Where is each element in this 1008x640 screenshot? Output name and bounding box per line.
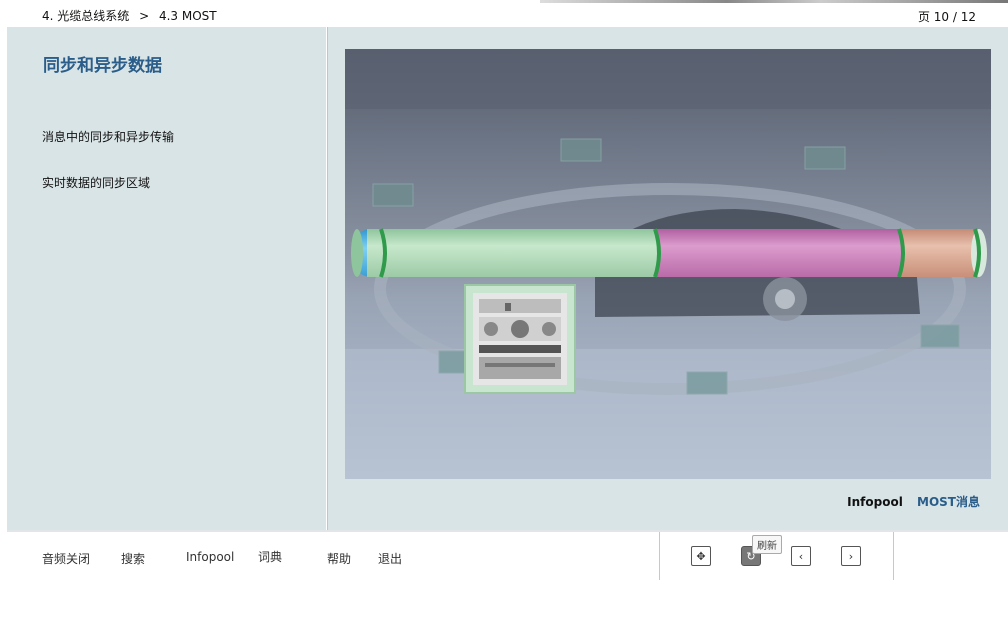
chevron-left-icon: ‹ [798, 549, 804, 563]
top-bar: 4. 光缆总线系统 > 4.3 MOST 页 10 / 12 [0, 0, 1008, 27]
control-unit-block [560, 138, 602, 162]
move-button[interactable]: ✥ [691, 546, 711, 566]
chevron-right-icon: › [848, 549, 854, 563]
page-title: 同步和异步数据 [43, 56, 162, 76]
infopool-link[interactable]: Infopool [847, 495, 903, 509]
bar-sync-segment [367, 229, 657, 277]
bottom-toolbar: 音频关闭 搜索 Infopool 词典 帮助 退出 ✥ ↻ ‹ › [7, 530, 1008, 580]
nav-exit[interactable]: 退出 [378, 550, 402, 567]
content-links: Infopool MOST消息 [837, 493, 980, 510]
most-bus-illustration [345, 49, 991, 479]
control-unit-block [372, 183, 414, 207]
control-unit-block [686, 371, 728, 395]
data-frame-bar [351, 228, 987, 278]
header-decoration [540, 0, 1008, 3]
breadcrumb-section[interactable]: 4.3 MOST [159, 9, 217, 23]
sky-band [345, 49, 991, 109]
sidebar: 同步和异步数据 消息中的同步和异步传输 实时数据的同步区域 [7, 27, 326, 530]
nav-audio-off[interactable]: 音频关闭 [42, 550, 90, 567]
content-area: Infopool MOST消息 [327, 27, 1008, 530]
car-wheel-hub [775, 289, 795, 309]
nav-infopool[interactable]: Infopool [186, 550, 234, 564]
breadcrumb-separator: > [139, 9, 150, 23]
next-page-button[interactable]: › [841, 546, 861, 566]
control-unit-block [920, 324, 960, 348]
bar-async-segment [657, 229, 901, 277]
nav-glossary[interactable]: 词典 [258, 548, 282, 565]
head-unit-image [464, 284, 576, 394]
toolbar-divider [659, 532, 660, 580]
move-arrows-icon: ✥ [696, 549, 706, 563]
sidebar-item-sync-area[interactable]: 实时数据的同步区域 [42, 174, 150, 191]
breadcrumb-chapter[interactable]: 4. 光缆总线系统 [42, 9, 129, 23]
toolbar-divider [893, 532, 894, 580]
page-indicator: 页 10 / 12 [917, 10, 976, 24]
nav-help[interactable]: 帮助 [327, 550, 351, 567]
refresh-tooltip: 刷新 [752, 535, 782, 554]
nav-search[interactable]: 搜索 [121, 550, 145, 567]
most-message-link[interactable]: MOST消息 [917, 495, 980, 509]
bar-control-segment [901, 229, 979, 277]
illustration [345, 49, 991, 479]
control-unit-block [804, 146, 846, 170]
sidebar-item-async-transfer[interactable]: 消息中的同步和异步传输 [42, 128, 174, 145]
breadcrumb: 4. 光缆总线系统 > 4.3 MOST [42, 7, 223, 24]
previous-page-button[interactable]: ‹ [791, 546, 811, 566]
bar-start-cap [351, 229, 363, 277]
